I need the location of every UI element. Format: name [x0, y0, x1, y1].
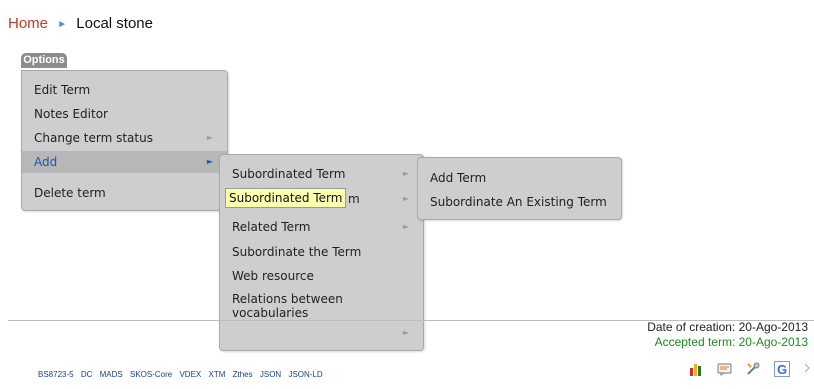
chart-icon[interactable]: [689, 362, 703, 381]
breadcrumb: Home ► Local stone: [8, 15, 153, 32]
menu-item-change-term-status[interactable]: Change term status ►: [22, 130, 227, 146]
menu-item-label: Add: [34, 155, 58, 169]
menu-item-label: Subordinate An Existing Term: [430, 195, 607, 209]
menu-item-label: Subordinate the Term: [232, 245, 362, 259]
breadcrumb-current: Local stone: [76, 15, 153, 32]
submenu-arrow-icon: ►: [402, 328, 409, 337]
menu-item-label: Edit Term: [34, 83, 91, 97]
submenu-arrow-icon: ►: [402, 169, 409, 178]
menu-item-label: Related Term: [232, 220, 311, 234]
menu-item-label: Relations between vocabularies: [232, 292, 343, 320]
format-link-dc[interactable]: DC: [81, 370, 93, 379]
svg-text:G: G: [777, 362, 787, 377]
menu-item-web-resource[interactable]: Web resource: [220, 268, 423, 284]
format-link-bs8723[interactable]: BS8723-5: [38, 370, 74, 379]
format-link-json-ld[interactable]: JSON-LD: [288, 370, 322, 379]
menu-item-subordinate-the-term[interactable]: Subordinate the Term: [220, 244, 423, 260]
menu-item-label: Change term status: [34, 131, 153, 145]
message-icon[interactable]: [717, 363, 732, 381]
subordinated-term-submenu: Add Term Subordinate An Existing Term: [417, 157, 622, 220]
menu-item-delete-term[interactable]: Delete term: [22, 185, 227, 201]
add-submenu: Subordinated Term ► m ► Related Term ► S…: [219, 154, 424, 351]
menu-item-add[interactable]: Add ►: [22, 151, 227, 173]
tooltip: Subordinated Term: [225, 188, 347, 208]
submenu-arrow-icon: ►: [206, 133, 213, 142]
menu-item-label: Delete term: [34, 186, 106, 200]
options-menu: Edit Term Notes Editor Change term statu…: [21, 70, 228, 211]
format-link-json[interactable]: JSON: [260, 370, 281, 379]
menu-item-label: Add Term: [430, 171, 487, 185]
menu-item-label: m: [348, 192, 360, 206]
date-of-creation: Date of creation: 20-Ago-2013: [647, 320, 808, 334]
menu-item-subordinated-term[interactable]: Subordinated Term ►: [220, 166, 423, 182]
menu-item-subordinate-existing-term[interactable]: Subordinate An Existing Term: [418, 194, 621, 210]
edge-icon: [804, 362, 810, 381]
menu-item-related-term[interactable]: Related Term ►: [220, 219, 423, 235]
menu-item-notes-editor[interactable]: Notes Editor: [22, 106, 227, 122]
options-button[interactable]: Options: [21, 53, 67, 68]
menu-item-label: Web resource: [232, 269, 314, 283]
menu-item-add-term[interactable]: Add Term: [418, 170, 621, 186]
format-link-vdex[interactable]: VDEX: [179, 370, 201, 379]
format-link-zthes[interactable]: Zthes: [233, 370, 253, 379]
menu-item-relations-between-vocabularies[interactable]: Relations between vocabularies: [220, 292, 382, 320]
tools-icon[interactable]: [746, 362, 760, 381]
accepted-term-date: Accepted term: 20-Ago-2013: [654, 335, 808, 349]
menu-item-label: Notes Editor: [34, 107, 108, 121]
submenu-arrow-icon: ►: [206, 157, 213, 166]
menu-item-edit-term[interactable]: Edit Term: [22, 82, 227, 98]
menu-item-label: Subordinated Term: [232, 167, 346, 181]
google-icon[interactable]: G: [774, 361, 790, 382]
format-link-skos-core[interactable]: SKOS-Core: [130, 370, 172, 379]
format-link-xtm[interactable]: XTM: [208, 370, 225, 379]
breadcrumb-separator-icon: ►: [57, 19, 68, 30]
export-formats: BS8723-5 DC MADS SKOS-Core VDEX XTM Zthe…: [38, 370, 328, 379]
footer-icons: G: [689, 361, 810, 382]
submenu-arrow-icon: ►: [402, 222, 409, 231]
breadcrumb-home-link[interactable]: Home: [8, 15, 48, 32]
term-dates: Date of creation: 20-Ago-2013 Accepted t…: [647, 320, 808, 350]
submenu-arrow-icon: ►: [402, 194, 409, 203]
format-link-mads[interactable]: MADS: [100, 370, 123, 379]
